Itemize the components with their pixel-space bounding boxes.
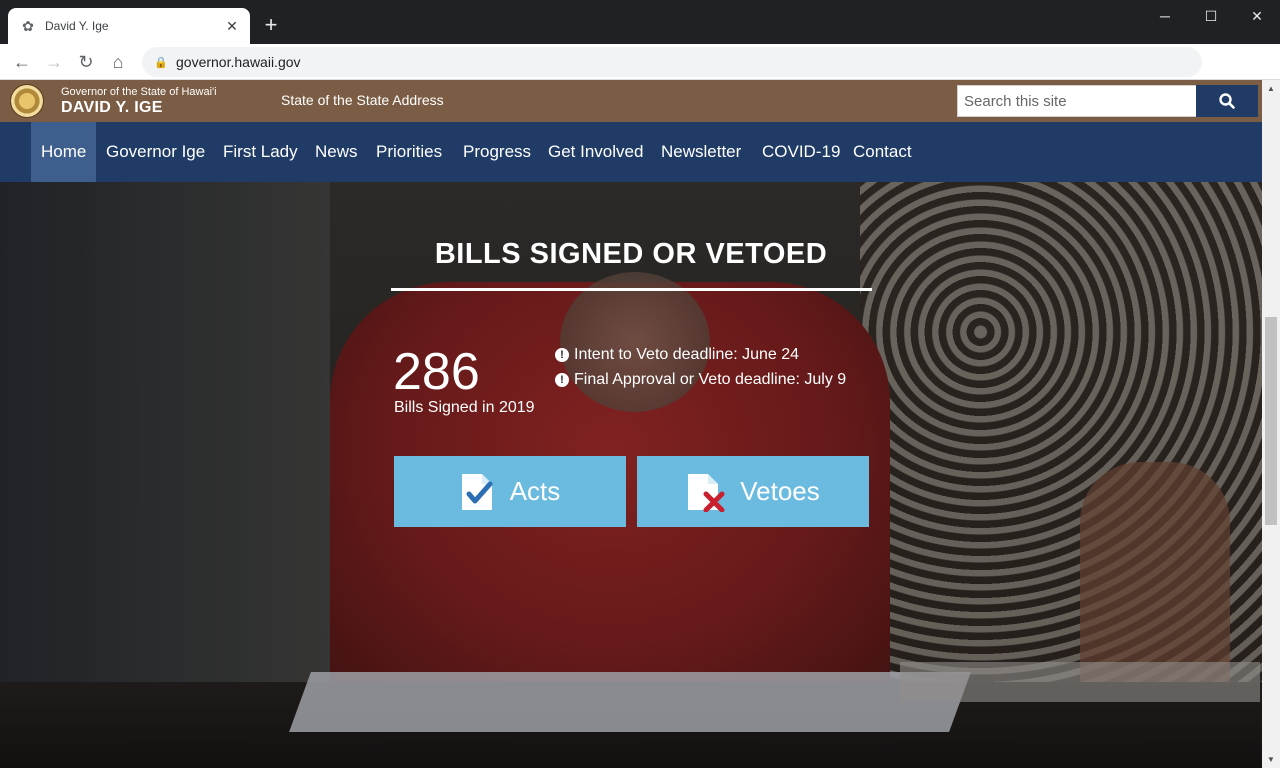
deadline-intent-to-veto: ! Intent to Veto deadline: June 24 (555, 346, 799, 364)
search-button[interactable] (1196, 85, 1258, 117)
acts-button-label: Acts (509, 476, 561, 506)
site-topbar: Governor of the State of Hawai'i DAVID Y… (0, 80, 1262, 122)
deadline-text: Final Approval or Veto deadline: July 9 (574, 371, 847, 388)
acts-button[interactable]: Acts (394, 456, 626, 527)
tab-close-icon[interactable]: ✕ (224, 18, 240, 34)
address-bar[interactable]: 🔒 governor.hawaii.gov (142, 47, 1202, 77)
nav-priorities[interactable]: Priorities (366, 122, 452, 182)
state-of-state-link[interactable]: State of the State Address (281, 92, 444, 108)
nav-newsletter[interactable]: Newsletter (651, 122, 751, 182)
bills-signed-count: 286 (393, 343, 480, 401)
page-scrollbar[interactable]: ▲ ▼ (1262, 80, 1280, 768)
hero-section: BILLS SIGNED OR VETOED 286 Bills Signed … (0, 182, 1262, 768)
browser-toolbar: ← → ↻ ⌂ 🔒 governor.hawaii.gov (0, 44, 1280, 80)
window-maximize-button[interactable]: ☐ (1188, 0, 1234, 32)
hibiscus-icon: ✿ (22, 18, 34, 34)
home-icon[interactable]: ⌂ (104, 48, 132, 76)
browser-tab[interactable]: ✿ David Y. Ige ✕ (8, 8, 250, 44)
search-icon (1219, 93, 1235, 109)
scroll-up-arrow-icon[interactable]: ▲ (1262, 80, 1280, 97)
main-nav: Home Governor Ige First Lady News Priori… (0, 122, 1262, 182)
reload-icon[interactable]: ↻ (72, 48, 100, 76)
deadline-text: Intent to Veto deadline: June 24 (574, 346, 800, 363)
vetoes-button[interactable]: Vetoes (637, 456, 869, 527)
nav-covid-19[interactable]: COVID-19 (752, 122, 850, 182)
nav-get-involved[interactable]: Get Involved (538, 122, 653, 182)
bills-signed-label: Bills Signed in 2019 (394, 399, 535, 416)
forward-arrow-icon[interactable]: → (40, 48, 68, 76)
governor-subtitle[interactable]: Governor of the State of Hawai'i (61, 86, 217, 98)
alert-icon: ! (555, 373, 569, 387)
state-seal-logo[interactable] (10, 84, 44, 118)
hero-divider (391, 288, 872, 291)
scroll-thumb[interactable] (1265, 317, 1277, 525)
document-check-icon (461, 473, 493, 510)
deadline-final-approval: ! Final Approval or Veto deadline: July … (555, 371, 846, 389)
alert-icon: ! (555, 348, 569, 362)
url-text: governor.hawaii.gov (176, 54, 301, 70)
window-close-button[interactable]: ✕ (1234, 0, 1280, 32)
hero-title: BILLS SIGNED OR VETOED (434, 238, 828, 270)
new-tab-button[interactable]: + (260, 14, 282, 36)
lock-icon: 🔒 (154, 56, 168, 69)
scroll-down-arrow-icon[interactable]: ▼ (1262, 751, 1280, 768)
nav-home[interactable]: Home (31, 122, 97, 182)
browser-tabstrip: ✿ David Y. Ige ✕ + ─ ☐ ✕ (0, 0, 1280, 44)
tab-title: David Y. Ige (45, 19, 109, 33)
nav-first-lady[interactable]: First Lady (213, 122, 308, 182)
governor-name[interactable]: DAVID Y. IGE (61, 99, 163, 117)
nav-governor-ige[interactable]: Governor Ige (96, 122, 215, 182)
document-x-icon (688, 473, 725, 512)
search-input[interactable] (957, 85, 1197, 117)
website: Governor of the State of Hawai'i DAVID Y… (0, 80, 1262, 768)
window-minimize-button[interactable]: ─ (1142, 0, 1188, 32)
nav-contact[interactable]: Contact (843, 122, 922, 182)
back-arrow-icon[interactable]: ← (8, 48, 36, 76)
nav-progress[interactable]: Progress (453, 122, 541, 182)
nav-news[interactable]: News (305, 122, 368, 182)
vetoes-button-label: Vetoes (740, 476, 820, 506)
